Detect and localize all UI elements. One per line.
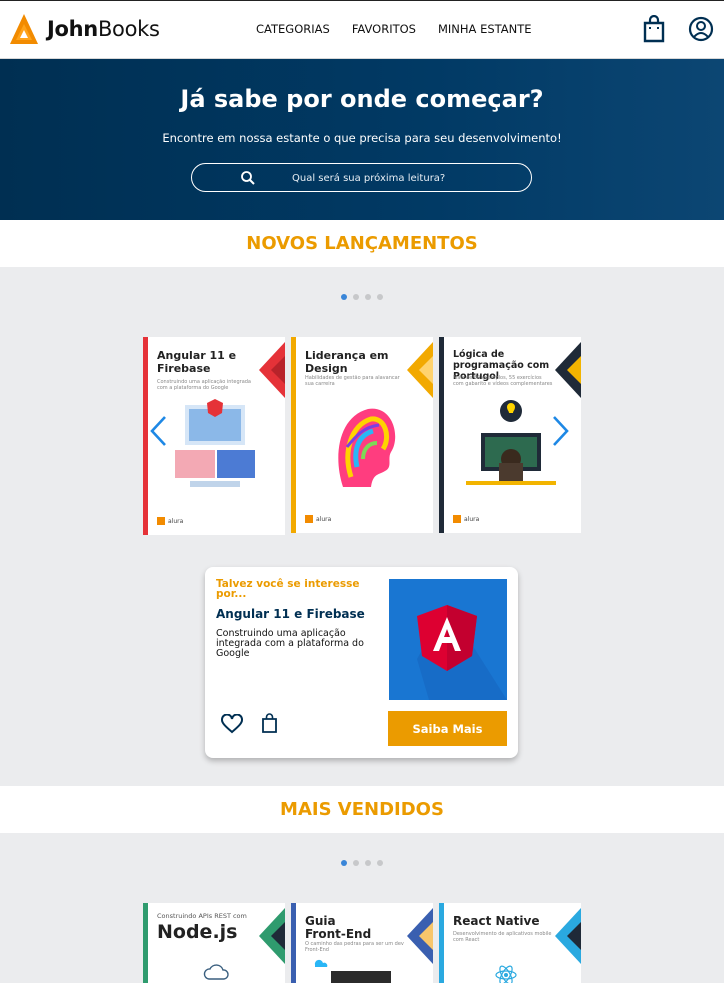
header: JohnBooks CATEGORIAS FAVORITOS MINHA EST… [0,0,724,59]
book-cover[interactable]: React Native Desenvolvimento de aplicati… [439,903,581,983]
book-subtitle: Habilidades de gestão para alavancar sua… [305,375,400,387]
nav-favoritos[interactable]: FAVORITOS [352,22,416,36]
card-description: Construindo uma aplicação integrada com … [216,628,364,659]
book-spine [143,903,148,983]
carousel-dot[interactable] [377,860,383,866]
hero-title: Já sabe por onde começar? [180,85,544,113]
bag-icon[interactable] [261,713,278,733]
main-nav: CATEGORIAS FAVORITOS MINHA ESTANTE [256,22,532,36]
chevron-decoration-icon [555,342,581,398]
recommendation-card: Talvez você se interesse por... Angular … [205,567,518,758]
book-cover[interactable]: Liderança em Design Habilidades de gestã… [291,337,433,533]
carousel-dot[interactable] [341,294,347,300]
logo-triangle-icon [10,14,38,44]
search-input[interactable] [292,170,492,186]
card-book-image[interactable] [389,579,507,700]
carousel-dot[interactable] [341,860,347,866]
card-title: Angular 11 e Firebase [216,607,365,621]
card-kicker: Talvez você se interesse por... [216,578,360,600]
saiba-mais-button[interactable]: Saiba Mais [388,711,507,746]
hero-subtitle: Encontre em nossa estante o que precisa … [162,131,562,145]
book-title: Angular 11 e Firebase [157,349,237,375]
chevron-decoration-icon [407,342,433,398]
chevron-decoration-icon [259,908,285,964]
book-brand: alura [453,515,479,523]
chevron-decoration-icon [555,908,581,964]
book-cover[interactable]: Guia Front-End O caminho das pedras para… [291,903,433,983]
colorful-head-illustration-icon [338,408,396,487]
carousel-dot[interactable] [365,860,371,866]
book-spine [439,903,444,983]
logo[interactable]: JohnBooks [9,13,160,45]
book-brand: alura [157,517,183,525]
chevron-decoration-icon [259,342,285,398]
book-subtitle: Mais de 80 exemplos, 55 exercícios com g… [453,375,553,387]
book-subtitle: Construindo uma aplicação integrada com … [157,379,251,391]
book-title: React Native [453,914,540,928]
chevron-right-icon[interactable] [551,414,571,448]
section-title-mais-vendidos: MAIS VENDIDOS [0,786,724,833]
front-end-illustration-icon [314,959,391,983]
book-spine [291,903,296,983]
book-spine [291,337,296,533]
heart-icon[interactable] [221,714,243,734]
book-cover[interactable]: Construindo APIs REST com Node.js [143,903,285,983]
section-title-novos: NOVOS LANÇAMENTOS [0,220,724,267]
book-title: Guia Front-End [305,914,372,941]
nav-categorias[interactable]: CATEGORIAS [256,22,330,36]
carousel-dot[interactable] [377,294,383,300]
carousel-dots-mais [341,860,383,866]
book-spine [439,337,444,533]
book-title: Node.js [157,921,238,943]
carousel-dot[interactable] [353,860,359,866]
user-icon[interactable] [688,15,714,47]
programmer-illustration-icon [466,400,556,485]
carousel-dot[interactable] [365,294,371,300]
angular-illustration-icon [175,399,255,487]
book-subtitle: Desenvolvimento de aplicativos mobile co… [453,931,552,943]
nav-minha-estante[interactable]: MINHA ESTANTE [438,22,532,36]
search-bar[interactable] [191,163,532,192]
react-logo-icon [495,965,517,983]
bag-icon[interactable] [641,14,667,47]
logo-text: JohnBooks [47,17,160,41]
angular-logo-icon [417,605,507,700]
search-icon[interactable] [240,170,256,186]
hero-banner: Já sabe por onde começar? Encontre em no… [0,59,724,220]
cloud-icon [203,964,229,980]
book-pretitle: Construindo APIs REST com [157,912,247,920]
book-subtitle: O caminho das pedras para ser um dev Fro… [305,941,404,953]
book-title: Liderança em Design [305,349,389,375]
carousel-dot[interactable] [353,294,359,300]
carousel-dots-novos [341,294,383,300]
chevron-left-icon[interactable] [148,414,168,448]
book-brand: alura [305,515,331,523]
